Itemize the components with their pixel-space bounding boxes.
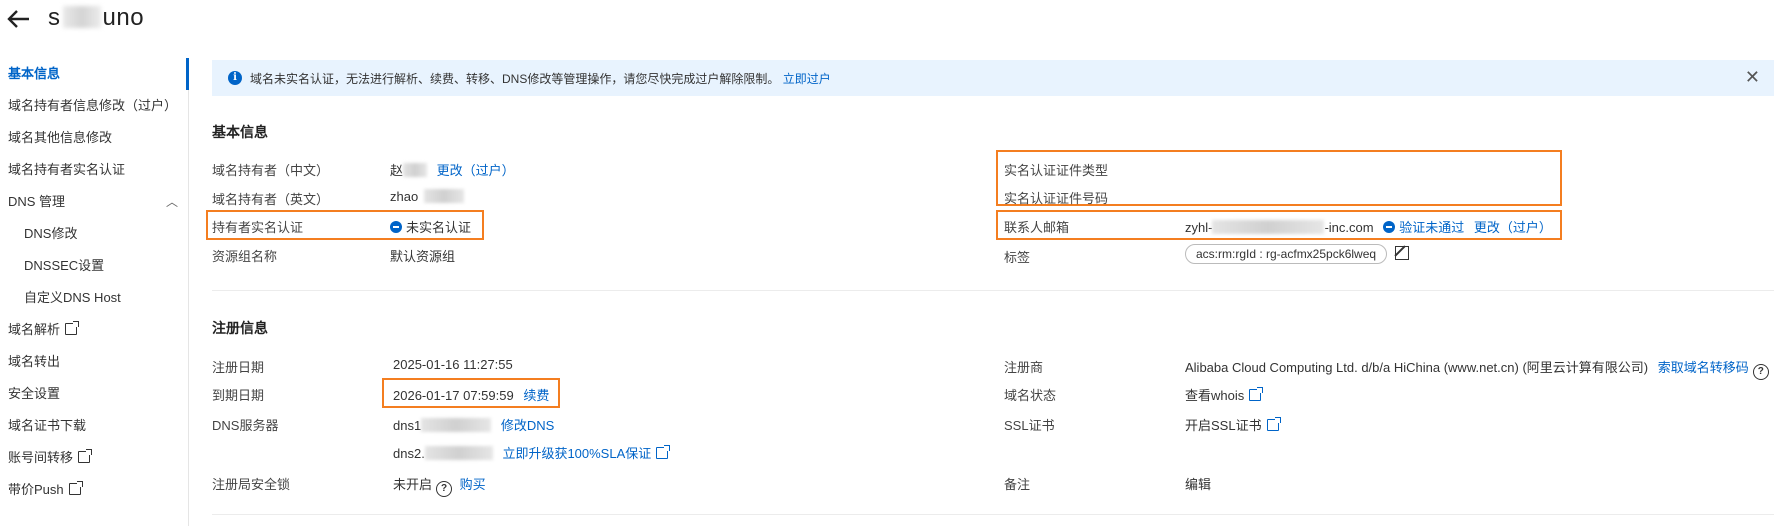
info-alert: i 域名未实名认证，无法进行解析、续费、转移、DNS修改等管理操作，请您尽快完成… (212, 60, 1774, 96)
external-link-icon (65, 321, 80, 335)
owner-en-label: 域名持有者（英文） (212, 192, 330, 207)
minus-circle-icon (1383, 221, 1396, 233)
reg-date-value: 2025-01-16 11:27:55 (393, 357, 513, 372)
email-value: zyhl- -inc.com 验证未通过 更改（过户） (1185, 220, 1552, 235)
owner-cn-label: 域名持有者（中文） (212, 163, 330, 178)
edit-icon[interactable] (1395, 246, 1410, 260)
sidebar-item-security[interactable]: 安全设置 (0, 378, 188, 410)
modify-dns-link[interactable]: 修改DNS (501, 418, 554, 433)
buy-lock-link[interactable]: 购买 (460, 477, 486, 492)
top-bar: s uno (0, 0, 1788, 42)
ssl-label: SSL证书 (1004, 418, 1055, 433)
reg-date-label: 注册日期 (212, 360, 265, 375)
sidebar-item-cert-download[interactable]: 域名证书下载 (0, 410, 188, 442)
sidebar: 基本信息 域名持有者信息修改（过户） 域名其他信息修改 域名持有者实名认证 DN… (0, 58, 189, 526)
lock-value: 未开启? 购买 (393, 474, 486, 497)
sidebar-item-push[interactable]: 带价Push (0, 474, 188, 506)
back-arrow-icon[interactable] (6, 6, 32, 32)
whois-link[interactable]: 查看whois (1185, 385, 1264, 404)
dns2-value: dns2. 立即升级获100%SLA保证 (393, 443, 671, 462)
email-change-link[interactable]: 更改（过户） (1474, 220, 1552, 235)
registrar-value: Alibaba Cloud Computing Ltd. d/b/a HiChi… (1185, 357, 1769, 380)
upgrade-sla-link[interactable]: 立即升级获100%SLA保证 (502, 445, 671, 461)
tag-label: 标签 (1004, 250, 1031, 265)
sidebar-item-dns-resolve[interactable]: 域名解析 (0, 314, 188, 346)
registrar-label: 注册商 (1004, 360, 1044, 375)
external-link-icon (78, 449, 93, 463)
sidebar-item-account-transfer[interactable]: 账号间转移 (0, 442, 188, 474)
email-verify-link[interactable]: 验证未通过 (1383, 220, 1464, 235)
sidebar-item-dns-modify[interactable]: DNS修改 (0, 218, 188, 250)
renew-link[interactable]: 续费 (523, 388, 549, 403)
group-label: 资源组名称 (212, 249, 278, 264)
verify-status-link[interactable]: 未实名认证 (390, 217, 471, 236)
transfer-now-link[interactable]: 立即过户 (783, 72, 831, 86)
sidebar-item-realname[interactable]: 域名持有者实名认证 (0, 154, 188, 186)
alert-message: 域名未实名认证，无法进行解析、续费、转移、DNS修改等管理操作，请您尽快完成过户… (250, 72, 780, 86)
close-icon[interactable]: ✕ (1745, 67, 1760, 88)
exp-date-label: 到期日期 (212, 388, 265, 403)
page-title: s uno (48, 4, 145, 31)
remark-edit-link[interactable]: 编辑 (1185, 474, 1211, 493)
resource-tag: acs:rm:rgId : rg-acfmx25pck6lweq (1185, 244, 1388, 264)
cert-no-label: 实名认证证件号码 (1004, 191, 1109, 206)
section-divider (212, 290, 1774, 291)
group-value: 默认资源组 (390, 249, 456, 264)
external-link-icon (1266, 417, 1281, 431)
owner-change-link[interactable]: 更改（过户） (437, 163, 515, 178)
sidebar-item-dns-management[interactable]: DNS 管理 ︿ (0, 186, 188, 218)
minus-circle-icon (390, 221, 402, 233)
section-divider (212, 514, 1774, 515)
ssl-link[interactable]: 开启SSL证书 (1185, 415, 1281, 434)
external-link-icon (1249, 387, 1264, 401)
lock-label: 注册局安全锁 (212, 477, 291, 492)
owner-cn-value: 赵 更改（过户） (390, 163, 515, 178)
register-info-title: 注册信息 (212, 320, 268, 336)
basic-info-title: 基本信息 (212, 124, 268, 140)
sidebar-item-custom-dns-host[interactable]: 自定义DNS Host (0, 282, 188, 314)
external-link-icon (68, 481, 83, 495)
external-link-icon (656, 445, 671, 459)
email-label: 联系人邮箱 (1004, 220, 1070, 235)
sidebar-item-transfer-out[interactable]: 域名转出 (0, 346, 188, 378)
info-icon: i (228, 71, 242, 85)
status-label: 域名状态 (1004, 388, 1057, 403)
sidebar-item-owner-change[interactable]: 域名持有者信息修改（过户） (0, 90, 188, 122)
tag-area: acs:rm:rgId : rg-acfmx25pck6lweq (1185, 244, 1410, 264)
verify-label: 持有者实名认证 (212, 220, 304, 235)
exp-date-value: 2026-01-17 07:59:59 续费 (393, 388, 550, 403)
owner-en-value: zhao (390, 189, 465, 204)
dns-label: DNS服务器 (212, 418, 279, 433)
chevron-up-icon: ︿ (166, 195, 179, 209)
dns1-value: dns1 修改DNS (393, 418, 555, 433)
help-icon[interactable]: ? (436, 481, 453, 497)
sidebar-item-other-info[interactable]: 域名其他信息修改 (0, 122, 188, 154)
transfer-code-link[interactable]: 索取域名转移码 (1658, 360, 1749, 375)
sidebar-item-dnssec[interactable]: DNSSEC设置 (0, 250, 188, 282)
remark-label: 备注 (1004, 477, 1031, 492)
redacted-block (62, 6, 101, 28)
help-icon[interactable]: ? (1752, 364, 1769, 380)
sidebar-item-basic-info[interactable]: 基本信息 (0, 58, 189, 90)
cert-type-label: 实名认证证件类型 (1004, 163, 1109, 178)
